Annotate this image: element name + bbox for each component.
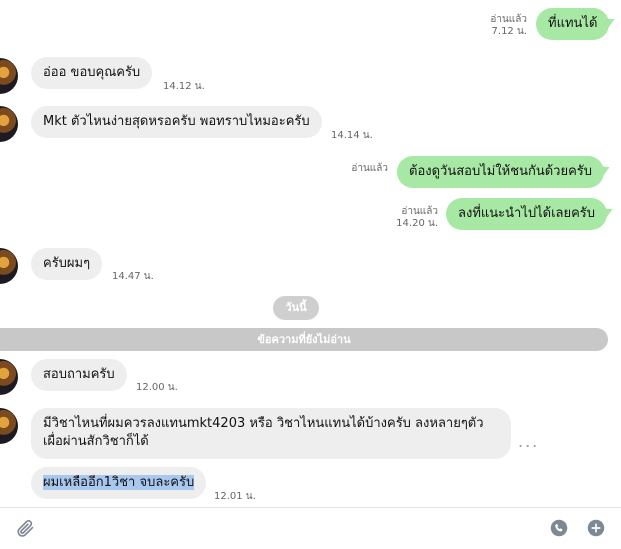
message-time: 12.01 น. (214, 491, 256, 502)
more-options-icon[interactable]: ... (518, 432, 539, 451)
message-time: 12.00 น. (136, 382, 178, 393)
selected-text[interactable]: ผมเหลืออีก1วิชา จบละครับ (43, 475, 195, 490)
read-receipt: อ่านแล้ว 7.12 น. (490, 14, 527, 37)
avatar[interactable] (0, 106, 18, 142)
read-receipt: อ่านแล้ว 14.20 น. (396, 206, 438, 229)
outgoing-message[interactable]: ต้องดูวันสอบไม่ให้ชนกันด้วยครับ (397, 156, 605, 188)
day-separator: วันนี้ (273, 296, 319, 320)
chat-history[interactable]: อ่านแล้ว 7.12 น. ที่แทนได้ อ่ออ ขอบคุณคร… (0, 0, 621, 507)
read-receipt: อ่านแล้ว (351, 163, 388, 174)
avatar[interactable] (0, 58, 18, 94)
avatar[interactable] (0, 248, 18, 284)
call-icon[interactable] (549, 518, 569, 538)
message-time: 14.12 น. (163, 81, 205, 92)
message-line: มีวิชาไหนที่ผมควรลงแทนmkt4203 หรือ วิชาไ… (43, 416, 484, 431)
message-time: 14.47 น. (112, 271, 154, 282)
unread-separator: ข้อความที่ยังไม่อ่าน (0, 328, 608, 351)
incoming-message[interactable]: ครับผมๆ (31, 248, 103, 280)
incoming-message[interactable]: มีวิชาไหนที่ผมควรลงแทนmkt4203 หรือ วิชาไ… (31, 408, 511, 459)
composer-toolbar (0, 507, 621, 549)
outgoing-message[interactable]: ลงที่แนะนำไปได้เลยครับ (446, 198, 608, 230)
avatar[interactable] (0, 359, 18, 395)
avatar[interactable] (0, 408, 18, 444)
add-icon[interactable] (586, 518, 606, 538)
message-line: เผื่อผ่านสักวิชาก็ได้ (43, 434, 149, 449)
incoming-message[interactable]: ผมเหลืออีก1วิชา จบละครับ (31, 467, 207, 499)
incoming-message[interactable]: สอบถามครับ (31, 359, 127, 391)
incoming-message[interactable]: Mkt ตัวไหนง่ายสุดหรอครับ พอทราบไหมอะครับ (31, 106, 322, 138)
outgoing-message[interactable]: ที่แทนได้ (536, 8, 610, 40)
message-time: 14.14 น. (331, 130, 373, 141)
paperclip-icon[interactable] (14, 517, 36, 539)
incoming-message[interactable]: อ่ออ ขอบคุณครับ (31, 57, 153, 89)
